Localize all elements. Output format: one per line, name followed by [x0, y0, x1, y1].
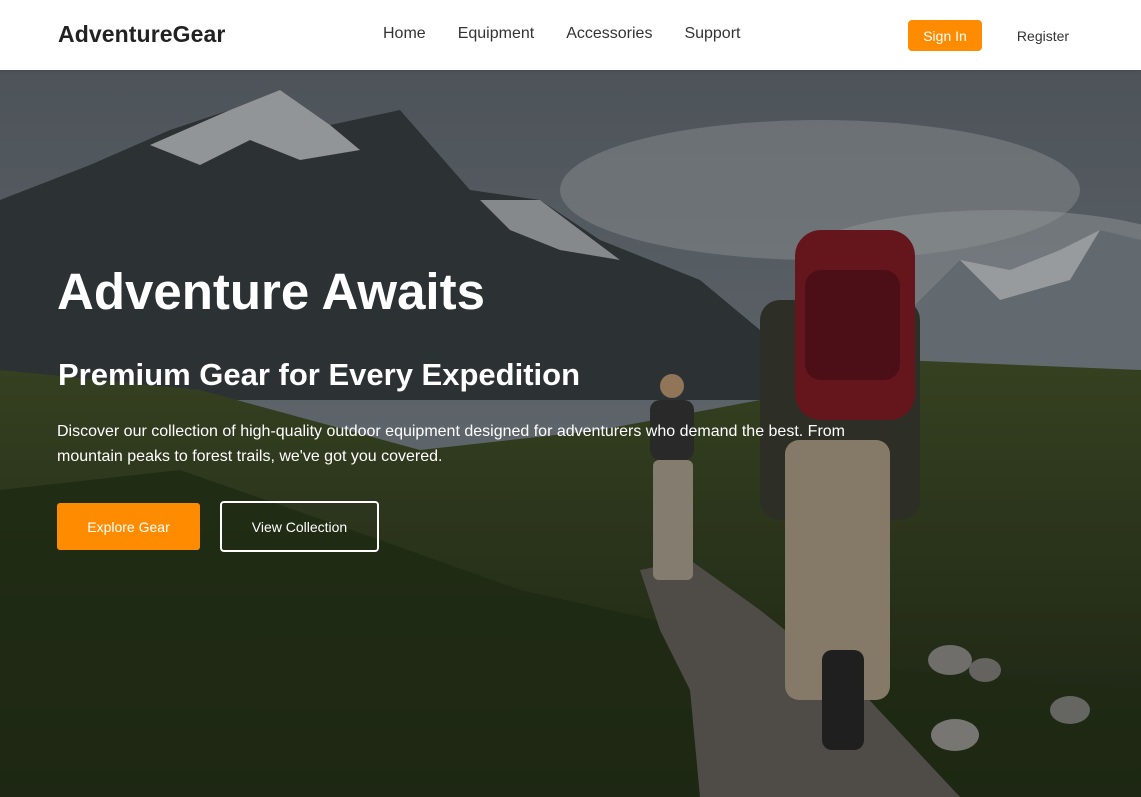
site-header: AdventureGear Home Equipment Accessories…	[0, 0, 1141, 70]
hero-description: Discover our collection of high-quality …	[57, 423, 845, 465]
brand-logo[interactable]: AdventureGear	[58, 21, 225, 48]
nav-link-equipment[interactable]: Equipment	[458, 25, 535, 43]
nav-link-support[interactable]: Support	[684, 25, 740, 43]
nav-link-home[interactable]: Home	[383, 25, 426, 43]
explore-gear-button[interactable]: Explore Gear	[57, 503, 200, 550]
main-nav: Home Equipment Accessories Support	[383, 25, 772, 43]
nav-link-accessories[interactable]: Accessories	[566, 25, 652, 43]
hero-subtitle: Premium Gear for Every Expedition	[58, 357, 581, 392]
hero-title: Adventure Awaits	[57, 263, 485, 320]
view-collection-button[interactable]: View Collection	[220, 501, 379, 552]
hero-section: Adventure Awaits Premium Gear for Every …	[0, 70, 1141, 797]
register-button[interactable]: Register	[1010, 20, 1076, 51]
sign-in-button[interactable]: Sign In	[908, 20, 982, 51]
